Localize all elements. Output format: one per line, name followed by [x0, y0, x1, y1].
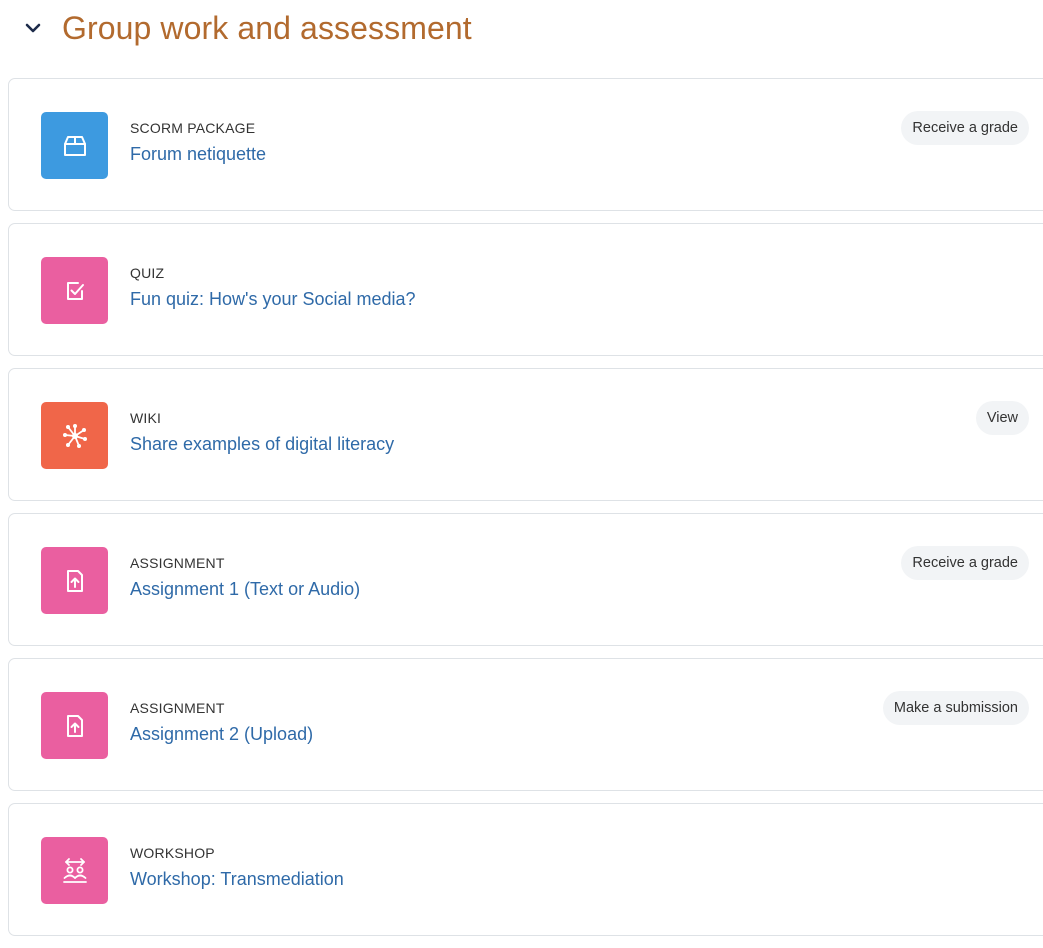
activity-link[interactable]: Assignment 1 (Text or Audio)	[130, 575, 360, 603]
activity-link[interactable]: Share examples of digital literacy	[130, 430, 394, 458]
activity-text: ASSIGNMENT Assignment 2 (Upload)	[130, 698, 313, 748]
chevron-down-icon[interactable]	[22, 17, 44, 39]
activity-list: SCORM PACKAGE Forum netiquette Receive a…	[8, 78, 1043, 948]
activity-item: WIKI Share examples of digital literacy …	[8, 368, 1043, 501]
activity-type: SCORM PACKAGE	[130, 120, 256, 136]
assignment-upload-icon[interactable]	[41, 547, 108, 614]
assignment-upload-icon[interactable]	[41, 692, 108, 759]
activity-text: WORKSHOP Workshop: Transmediation	[130, 843, 344, 893]
activity-item: ASSIGNMENT Assignment 1 (Text or Audio) …	[8, 513, 1043, 646]
section-header: Group work and assessment	[22, 4, 472, 52]
activity-link[interactable]: Fun quiz: How's your Social media?	[130, 285, 416, 313]
activity-item: WORKSHOP Workshop: Transmediation	[8, 803, 1043, 936]
activity-item: QUIZ Fun quiz: How's your Social media?	[8, 223, 1043, 356]
activity-link[interactable]: Forum netiquette	[130, 140, 266, 168]
activity-text: SCORM PACKAGE Forum netiquette	[130, 118, 266, 168]
package-icon[interactable]	[41, 112, 108, 179]
activity-type: ASSIGNMENT	[130, 555, 225, 571]
activity-type: WORKSHOP	[130, 845, 215, 861]
activity-text: QUIZ Fun quiz: How's your Social media?	[130, 263, 416, 313]
wiki-network-icon[interactable]	[41, 402, 108, 469]
workshop-people-icon[interactable]	[41, 837, 108, 904]
completion-badge[interactable]: View	[975, 401, 1029, 435]
activity-text: WIKI Share examples of digital literacy	[130, 408, 394, 458]
activity-link[interactable]: Assignment 2 (Upload)	[130, 720, 313, 748]
completion-badge[interactable]: Receive a grade	[901, 546, 1029, 580]
activity-item: SCORM PACKAGE Forum netiquette Receive a…	[8, 78, 1043, 211]
activity-type: QUIZ	[130, 265, 165, 281]
completion-badge[interactable]: Make a submission	[882, 691, 1029, 725]
activity-type: ASSIGNMENT	[130, 700, 225, 716]
quiz-checkbox-icon[interactable]	[41, 257, 108, 324]
activity-link[interactable]: Workshop: Transmediation	[130, 865, 344, 893]
activity-type: WIKI	[130, 410, 162, 426]
activity-text: ASSIGNMENT Assignment 1 (Text or Audio)	[130, 553, 360, 603]
activity-item: ASSIGNMENT Assignment 2 (Upload) Make a …	[8, 658, 1043, 791]
completion-badge[interactable]: Receive a grade	[901, 111, 1029, 145]
section-title: Group work and assessment	[62, 9, 472, 46]
